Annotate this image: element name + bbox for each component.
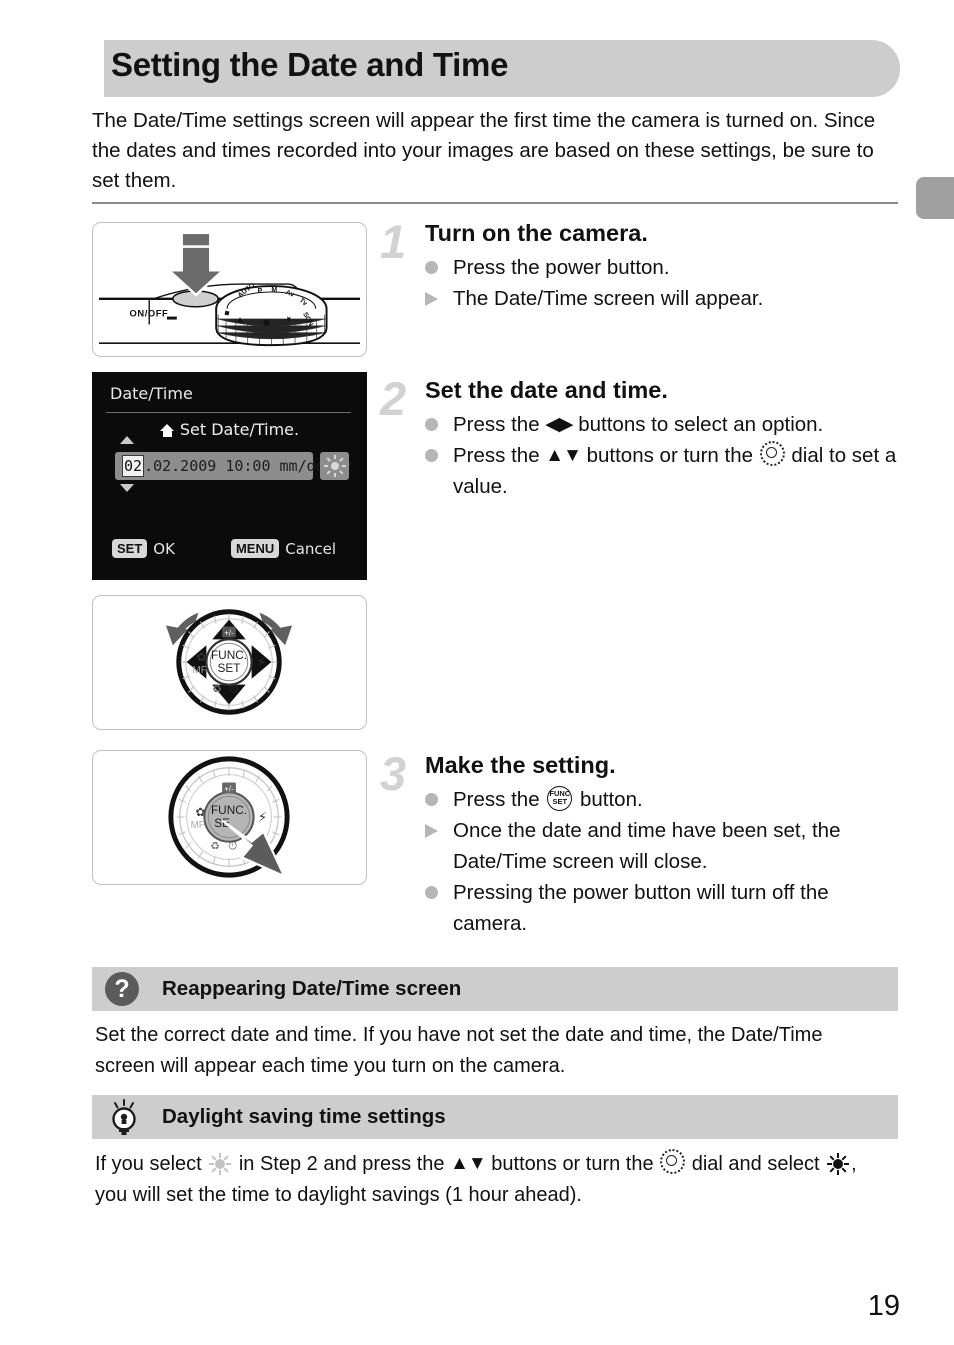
lightbulb-icon bbox=[112, 1099, 136, 1135]
step-1-bullet-2: The Date/Time screen will appear. bbox=[425, 283, 903, 314]
page-title-banner: Setting the Date and Time bbox=[104, 40, 900, 97]
page-number: 19 bbox=[867, 1290, 900, 1322]
control-dial-icon bbox=[759, 441, 785, 466]
step-2-heading: Set the date and time. bbox=[425, 377, 668, 403]
step-2-bullet-2: Press the ▲▼ buttons or turn the dial to… bbox=[425, 440, 903, 502]
triangle-bullet-icon bbox=[425, 815, 453, 846]
callout-reappearing-header: ? Reappearing Date/Time screen bbox=[92, 967, 898, 1011]
section-edge-tab bbox=[916, 177, 954, 219]
step-3-number: 3 bbox=[380, 747, 407, 800]
step-3-bullet-1-text-after: button. bbox=[574, 788, 643, 811]
daylight-text-part1: If you select bbox=[95, 1153, 208, 1175]
svg-text:✿: ✿ bbox=[196, 805, 206, 819]
lcd-subtitle: Set Date/Time. bbox=[179, 420, 300, 439]
four-way-controller-illustration: FUNC. SET +/- ✿ MF ⚡ ♻ ⏱ bbox=[165, 609, 293, 715]
lcd-screen-title: Date/Time bbox=[110, 384, 193, 403]
svg-text:✿: ✿ bbox=[196, 650, 206, 664]
step-2-bullet-1-text-before: Press the bbox=[453, 413, 546, 436]
step-2-bullet-2-text-before: Press the bbox=[453, 444, 546, 467]
step-2-number: 2 bbox=[380, 372, 407, 425]
step-2-bullet-2-text-mid: buttons or turn the bbox=[580, 444, 759, 467]
svg-text:▣: ▣ bbox=[263, 319, 270, 326]
triangle-bullet-icon bbox=[425, 283, 453, 314]
svg-text:SE: SE bbox=[214, 816, 230, 830]
lcd-up-arrow-icon[interactable] bbox=[120, 436, 134, 444]
callout-reappearing-heading: Reappearing Date/Time screen bbox=[162, 977, 462, 1000]
callout-daylight-header: Daylight saving time settings bbox=[92, 1095, 898, 1139]
step-2-bullet-1: Press the ◀▶ buttons to select an option… bbox=[425, 409, 903, 440]
svg-text:SET: SET bbox=[218, 661, 241, 675]
daylight-text-part4: dial and select bbox=[686, 1153, 826, 1175]
svg-text:⚡: ⚡ bbox=[257, 655, 267, 671]
step-3-bullet-1-text-before: Press the bbox=[453, 788, 546, 811]
callout-reappearing-body: Set the correct date and time. If you ha… bbox=[95, 1024, 823, 1077]
callout-daylight-body: If you select in Step 2 and press the ▲▼… bbox=[95, 1148, 885, 1211]
up-down-buttons-icon: ▲▼ bbox=[545, 445, 582, 466]
step-3-bullet-2: Once the date and time have been set, th… bbox=[425, 815, 903, 877]
intro-paragraph: The Date/Time settings screen will appea… bbox=[92, 109, 876, 192]
header-divider bbox=[92, 202, 898, 204]
daylight-text-part3: buttons or turn the bbox=[485, 1153, 660, 1175]
svg-text:⚡: ⚡ bbox=[258, 810, 268, 826]
dot-bullet-icon bbox=[425, 252, 453, 283]
svg-text:P: P bbox=[258, 288, 263, 295]
question-mark-icon: ? bbox=[105, 972, 139, 1006]
sun-dark-icon bbox=[827, 1153, 850, 1175]
date-time-lcd-screen: Date/Time Set Date/Time. 02.02.2009 10:0… bbox=[92, 372, 367, 580]
page-title: Setting the Date and Time bbox=[111, 46, 509, 83]
func-set-press-figure: FUNC. SE +/- ✿ MF ⚡ ♻ ⏱ bbox=[92, 750, 367, 885]
svg-text:⏱: ⏱ bbox=[229, 682, 238, 696]
date-field-selected-segment[interactable]: 02 bbox=[122, 455, 145, 477]
dot-bullet-icon bbox=[425, 877, 453, 908]
svg-text:♻: ♻ bbox=[212, 683, 222, 696]
camera-top-power-button-figure: ON/OFF AUTO PM Av Tv SCN ★ ▣ ▶ ◆ bbox=[92, 222, 367, 357]
lcd-footer-hints: SET OK MENU Cancel bbox=[112, 539, 357, 558]
left-right-buttons-icon: ◀▶ bbox=[545, 414, 573, 435]
svg-text:+/-: +/- bbox=[224, 784, 234, 793]
step-3-bullet-3: Pressing the power button will turn off … bbox=[425, 877, 903, 939]
menu-key-label: Cancel bbox=[285, 539, 337, 558]
camera-top-illustration: ON/OFF AUTO PM Av Tv SCN ★ ▣ ▶ ◆ bbox=[98, 231, 361, 347]
date-time-field[interactable]: 02.02.2009 10:00 mm/dd/yy bbox=[115, 452, 352, 480]
menu-key-badge: MENU bbox=[230, 539, 280, 558]
step-1-heading: Turn on the camera. bbox=[425, 220, 648, 246]
control-dial-icon bbox=[660, 1149, 686, 1174]
sun-light-icon bbox=[209, 1153, 232, 1175]
svg-text:MF: MF bbox=[191, 820, 205, 831]
step-2-bullet-1-text-after: buttons to select an option. bbox=[572, 413, 824, 436]
daylight-saving-toggle[interactable] bbox=[320, 452, 349, 480]
daylight-text-part2: in Step 2 and press the bbox=[233, 1153, 451, 1175]
svg-text:♻: ♻ bbox=[210, 840, 220, 853]
lcd-down-arrow-icon[interactable] bbox=[120, 484, 134, 492]
svg-text:M: M bbox=[271, 287, 277, 294]
step-3-bullet-2-text: Once the date and time have been set, th… bbox=[453, 819, 841, 873]
set-key-badge: SET bbox=[112, 539, 148, 558]
four-way-controller-figure: FUNC. SET +/- ✿ MF ⚡ ♻ ⏱ bbox=[92, 595, 367, 730]
step-3-bullet-3-text: Pressing the power button will turn off … bbox=[453, 881, 829, 935]
callout-daylight-heading: Daylight saving time settings bbox=[162, 1105, 446, 1128]
dot-bullet-icon bbox=[425, 409, 453, 440]
dot-bullet-icon bbox=[425, 440, 453, 471]
func-set-button-icon: FUNC SET bbox=[547, 786, 573, 811]
func-set-press-illustration: FUNC. SE +/- ✿ MF ⚡ ♻ ⏱ bbox=[168, 756, 290, 878]
step-3-heading: Make the setting. bbox=[425, 752, 616, 778]
step-1-bullet-1-text: Press the power button. bbox=[453, 256, 670, 279]
set-key-label: OK bbox=[153, 539, 175, 558]
step-1-number: 1 bbox=[380, 215, 407, 268]
step-3-bullet-1: Press the FUNC SET button. bbox=[425, 784, 903, 815]
step-1-bullet-2-text: The Date/Time screen will appear. bbox=[453, 287, 764, 310]
home-icon bbox=[159, 424, 175, 437]
lcd-divider bbox=[106, 412, 351, 413]
svg-text:ON/OFF: ON/OFF bbox=[130, 309, 169, 319]
up-down-buttons-icon: ▲▼ bbox=[450, 1153, 487, 1174]
svg-text:MF: MF bbox=[193, 665, 207, 676]
step-1-bullet-1: Press the power button. bbox=[425, 252, 903, 283]
svg-text:+/-: +/- bbox=[224, 628, 234, 637]
dot-bullet-icon bbox=[425, 784, 453, 815]
svg-text:⏱: ⏱ bbox=[228, 839, 237, 853]
